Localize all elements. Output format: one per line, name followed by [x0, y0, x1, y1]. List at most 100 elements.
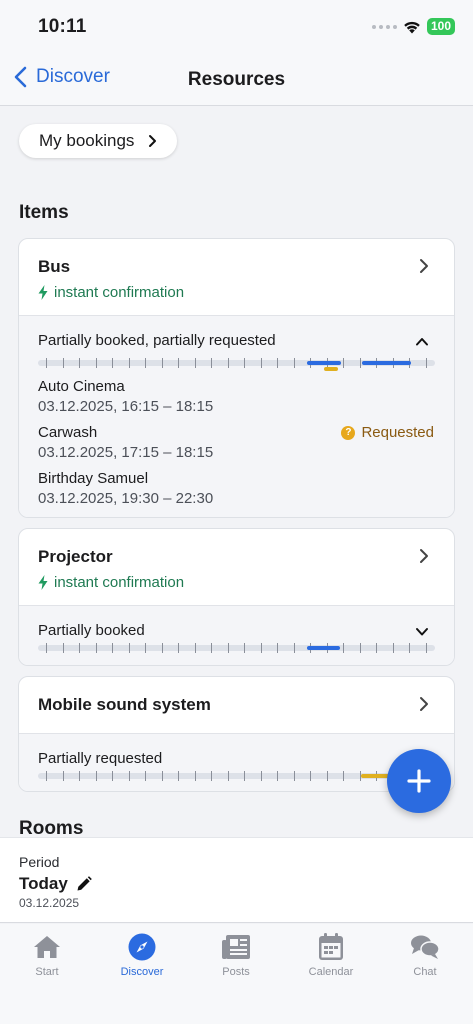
timeline-tick	[326, 771, 328, 781]
timeline-tick	[112, 771, 113, 781]
period-date: 03.12.2025	[19, 896, 80, 910]
timeline-tick	[62, 771, 64, 781]
booking-entry: Carwash 03.12.2025, 17:15 – 18:15	[38, 423, 213, 463]
period-value: Today	[19, 874, 92, 894]
timeline-tick	[112, 358, 113, 368]
instant-confirmation: instant confirmation	[38, 574, 184, 591]
tab-bar: Start Discover Posts Calendar Chat	[0, 924, 473, 1024]
status-time: 10:11	[38, 16, 87, 37]
timeline-tick	[260, 358, 262, 368]
tab-label: Chat	[413, 966, 437, 978]
timeline-tick	[161, 643, 163, 653]
timeline-tick	[244, 771, 245, 781]
availability-timeline	[38, 771, 435, 781]
timeline-tick	[392, 643, 394, 653]
chevron-down-icon[interactable]	[415, 627, 429, 636]
status-icons: 100	[371, 18, 455, 35]
timeline-tick	[128, 643, 130, 653]
chevron-up-icon[interactable]	[415, 337, 429, 346]
timeline-tick	[227, 643, 229, 653]
booked-segment	[362, 361, 411, 365]
timeline-tick	[277, 358, 278, 368]
timeline-tick	[46, 358, 47, 368]
add-button[interactable]	[387, 749, 451, 813]
tab-chat[interactable]: Chat	[385, 932, 465, 978]
availability-panel: Partially booked	[19, 605, 454, 665]
timeline-tick	[62, 643, 64, 653]
timeline-tick	[376, 643, 377, 653]
home-icon	[32, 932, 62, 962]
my-bookings-button[interactable]: My bookings	[19, 124, 178, 158]
tab-posts[interactable]: Posts	[196, 932, 276, 978]
timeline-tick	[79, 771, 80, 781]
status-bar: 10:11 100	[0, 0, 473, 52]
resource-header-bus[interactable]: Bus instant confirmation	[19, 239, 454, 315]
timeline-tick	[343, 643, 344, 653]
navigation-bar: Discover Resources	[0, 52, 473, 106]
timeline-tick	[79, 358, 80, 368]
timeline-tick	[293, 358, 295, 368]
period-selector: Period Today 03.12.2025	[0, 837, 473, 923]
timeline-tick	[260, 643, 262, 653]
timeline-tick	[145, 771, 146, 781]
page-title: Resources	[187, 69, 286, 90]
timeline-tick	[161, 771, 163, 781]
battery-indicator: 100	[426, 18, 455, 35]
resource-header-projector[interactable]: Projector instant confirmation	[19, 529, 454, 605]
booking-title: Auto Cinema	[38, 378, 125, 395]
tab-discover[interactable]: Discover	[102, 932, 182, 978]
booking-time: 03.12.2025, 19:30 – 22:30	[38, 490, 214, 507]
newspaper-icon	[221, 932, 251, 962]
requested-segment	[324, 367, 338, 371]
timeline-tick	[95, 771, 97, 781]
timeline-tick	[128, 358, 130, 368]
lightning-icon	[38, 285, 48, 300]
chevron-right-icon	[420, 259, 428, 273]
timeline-tick	[178, 358, 179, 368]
timeline-tick	[79, 643, 80, 653]
resource-card-projector: Projector instant confirmation Partially…	[18, 528, 455, 666]
timeline-tick	[343, 771, 344, 781]
availability-status: Partially booked	[38, 622, 145, 639]
timeline-tick	[194, 358, 196, 368]
resource-header-mobile-sound-system[interactable]: Mobile sound system	[19, 677, 454, 733]
period-label: Period	[19, 854, 60, 870]
tab-label: Calendar	[308, 966, 354, 978]
timeline-tick	[409, 643, 410, 653]
question-icon: ?	[341, 425, 356, 440]
chevron-right-icon	[420, 549, 428, 563]
chat-bubbles-icon	[410, 932, 440, 962]
timeline-tick	[211, 771, 212, 781]
timeline-tick	[359, 358, 361, 368]
pencil-icon[interactable]	[76, 876, 92, 892]
timeline-tick	[425, 643, 427, 653]
availability-status: Partially requested	[38, 750, 163, 767]
tab-start[interactable]: Start	[7, 932, 87, 978]
tab-calendar[interactable]: Calendar	[291, 932, 371, 978]
booked-segment	[307, 361, 341, 365]
booking-time: 03.12.2025, 16:15 – 18:15	[38, 398, 214, 415]
tab-label: Discover	[120, 966, 164, 978]
section-title-rooms: Rooms	[19, 818, 84, 837]
requested-badge: ? Requested	[341, 424, 434, 441]
timeline-tick	[343, 358, 344, 368]
booking-entry: Auto Cinema 03.12.2025, 16:15 – 18:15	[38, 377, 213, 417]
resource-name: Projector	[38, 547, 113, 566]
booked-segment	[307, 646, 340, 650]
chevron-right-icon	[149, 135, 157, 147]
section-title-items: Items	[19, 202, 69, 223]
timeline-tick	[211, 643, 212, 653]
timeline-tick	[277, 643, 278, 653]
plus-icon	[407, 769, 431, 793]
timeline-tick	[293, 643, 295, 653]
booking-title: Carwash	[38, 424, 98, 441]
timeline-tick	[62, 358, 64, 368]
timeline-tick	[161, 358, 163, 368]
resources-list[interactable]: My bookings Items Bus instant confirmati…	[0, 107, 473, 837]
my-bookings-label: My bookings	[39, 131, 135, 150]
timeline-tick	[95, 643, 97, 653]
requested-label: Requested	[361, 424, 434, 441]
booking-title: Birthday Samuel	[38, 470, 149, 487]
timeline-tick	[359, 643, 361, 653]
lightning-icon	[38, 575, 48, 590]
